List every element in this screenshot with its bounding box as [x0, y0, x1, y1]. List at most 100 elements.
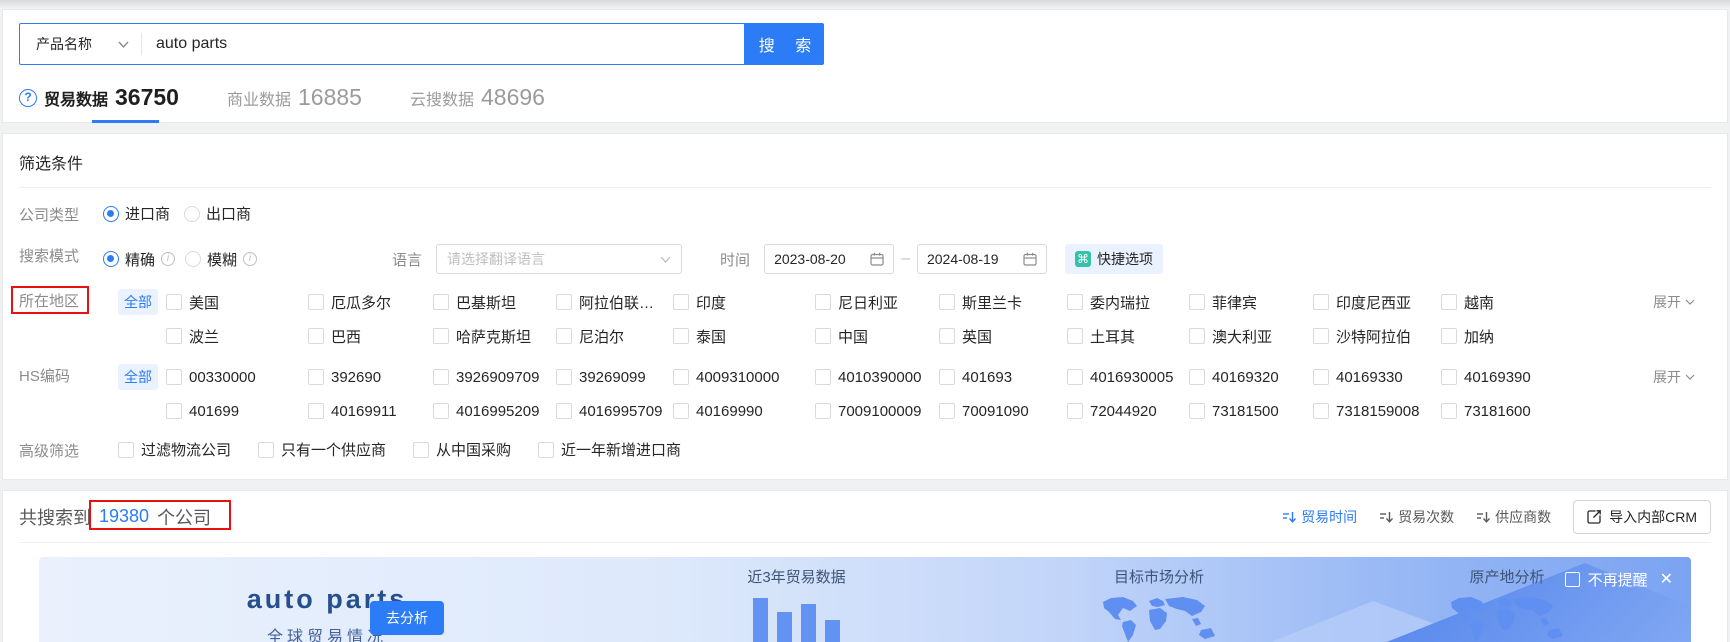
dismiss-checkbox[interactable]	[1564, 572, 1580, 587]
checkbox-item[interactable]: 40169330	[1313, 369, 1441, 386]
radio-dot-icon[interactable]	[103, 251, 119, 267]
checkbox-item[interactable]: 巴基斯坦	[433, 292, 556, 313]
checkbox-box-icon[interactable]	[673, 294, 689, 310]
hs-expand-link[interactable]: 展开	[1653, 367, 1695, 387]
checkbox-box-icon[interactable]	[538, 441, 555, 458]
checkbox-item[interactable]: 加纳	[1441, 326, 1711, 347]
checkbox-item[interactable]: 401699	[166, 403, 308, 420]
radio-dot-icon[interactable]	[185, 251, 202, 267]
date-start-input[interactable]: 2023-08-20	[764, 244, 895, 274]
checkbox-item[interactable]: 印度尼西亚	[1313, 292, 1441, 313]
checkbox-item[interactable]: 73181500	[1189, 403, 1313, 420]
checkbox-item[interactable]: 7009100009	[815, 403, 939, 420]
quick-options-button[interactable]: ⌘ 快捷选项	[1064, 244, 1163, 274]
checkbox-item[interactable]: 英国	[939, 326, 1067, 347]
checkbox-box-icon[interactable]	[1313, 369, 1329, 385]
checkbox-item[interactable]: 菲律宾	[1189, 292, 1313, 313]
search-category-dropdown[interactable]: 产品名称	[20, 34, 141, 54]
checkbox-item[interactable]: 过滤物流公司	[118, 439, 231, 460]
checkbox-box-icon[interactable]	[166, 328, 182, 344]
checkbox-item[interactable]: 巴西	[308, 326, 433, 347]
sort-trade-time[interactable]: 贸易时间	[1282, 507, 1357, 527]
checkbox-box-icon[interactable]	[1189, 328, 1205, 344]
checkbox-item[interactable]: 40169320	[1189, 369, 1313, 386]
checkbox-item[interactable]: 73181600	[1441, 403, 1711, 420]
checkbox-box-icon[interactable]	[1067, 328, 1083, 344]
checkbox-box-icon[interactable]	[673, 403, 689, 419]
checkbox-box-icon[interactable]	[166, 403, 182, 419]
checkbox-item[interactable]: 委内瑞拉	[1067, 292, 1189, 313]
checkbox-box-icon[interactable]	[258, 441, 275, 458]
checkbox-box-icon[interactable]	[308, 369, 324, 385]
checkbox-box-icon[interactable]	[939, 328, 955, 344]
checkbox-box-icon[interactable]	[1313, 328, 1329, 344]
checkbox-box-icon[interactable]	[673, 369, 689, 385]
checkbox-box-icon[interactable]	[308, 294, 324, 310]
checkbox-box-icon[interactable]	[1313, 294, 1329, 310]
language-select[interactable]: 请选择翻译语言	[436, 244, 683, 274]
checkbox-box-icon[interactable]	[939, 369, 955, 385]
tab-trade-data[interactable]: ? 贸易数据 36750	[19, 84, 179, 123]
checkbox-box-icon[interactable]	[556, 294, 572, 310]
checkbox-item[interactable]: 只有一个供应商	[258, 439, 386, 460]
checkbox-item[interactable]: 401693	[939, 369, 1067, 386]
checkbox-box-icon[interactable]	[1189, 403, 1205, 419]
question-circle-icon[interactable]: ?	[19, 88, 37, 107]
checkbox-box-icon[interactable]	[556, 328, 572, 344]
checkbox-box-icon[interactable]	[939, 403, 955, 419]
sort-supplier-count[interactable]: 供应商数	[1476, 507, 1551, 527]
checkbox-item[interactable]: 印度	[673, 292, 815, 313]
tab-cloud-search-data[interactable]: 云搜数据 48696	[410, 84, 545, 123]
checkbox-box-icon[interactable]	[1441, 294, 1457, 310]
checkbox-box-icon[interactable]	[1067, 294, 1083, 310]
checkbox-item[interactable]: 40169911	[308, 403, 433, 420]
hs-all-button[interactable]: 全部	[118, 364, 158, 390]
checkbox-box-icon[interactable]	[433, 403, 449, 419]
checkbox-box-icon[interactable]	[1441, 403, 1457, 419]
checkbox-item[interactable]: 泰国	[673, 326, 815, 347]
checkbox-item[interactable]: 4009310000	[673, 369, 815, 386]
checkbox-item[interactable]: 00330000	[166, 369, 308, 386]
radio-exact[interactable]: 精确	[103, 249, 155, 270]
checkbox-box-icon[interactable]	[1067, 369, 1083, 385]
checkbox-item[interactable]: 哈萨克斯坦	[433, 326, 556, 347]
checkbox-box-icon[interactable]	[118, 441, 134, 458]
checkbox-box-icon[interactable]	[166, 294, 182, 310]
checkbox-box-icon[interactable]	[1189, 369, 1205, 385]
radio-fuzzy[interactable]: 模糊	[185, 249, 237, 270]
checkbox-box-icon[interactable]	[939, 294, 955, 310]
checkbox-item[interactable]: 7318159008	[1313, 403, 1441, 420]
import-crm-button[interactable]: 导入内部CRM	[1573, 499, 1711, 534]
checkbox-box-icon[interactable]	[815, 369, 831, 385]
analyze-button[interactable]: 去分析	[370, 601, 444, 635]
checkbox-item[interactable]: 4016995709	[556, 403, 673, 420]
checkbox-item[interactable]: 波兰	[166, 326, 308, 347]
checkbox-item[interactable]: 尼泊尔	[556, 326, 673, 347]
tab-business-data[interactable]: 商业数据 16885	[227, 84, 362, 123]
checkbox-item[interactable]: 近一年新增进口商	[538, 439, 681, 460]
checkbox-item[interactable]: 中国	[815, 326, 939, 347]
checkbox-item[interactable]: 澳大利亚	[1189, 326, 1313, 347]
checkbox-box-icon[interactable]	[815, 294, 831, 310]
checkbox-box-icon[interactable]	[815, 328, 831, 344]
checkbox-item[interactable]: 阿拉伯联合...	[556, 292, 673, 313]
checkbox-item[interactable]: 392690	[308, 369, 433, 386]
checkbox-box-icon[interactable]	[308, 328, 324, 344]
checkbox-box-icon[interactable]	[1313, 403, 1329, 419]
search-button[interactable]: 搜 索	[744, 23, 824, 65]
checkbox-box-icon[interactable]	[556, 403, 572, 419]
checkbox-box-icon[interactable]	[433, 328, 449, 344]
checkbox-box-icon[interactable]	[433, 294, 449, 310]
checkbox-item[interactable]: 厄瓜多尔	[308, 292, 433, 313]
region-expand-link[interactable]: 展开	[1653, 292, 1695, 312]
checkbox-box-icon[interactable]	[1067, 403, 1083, 419]
checkbox-item[interactable]: 3926909709	[433, 369, 556, 386]
checkbox-box-icon[interactable]	[433, 369, 449, 385]
checkbox-item[interactable]: 尼日利亚	[815, 292, 939, 313]
info-circle-icon[interactable]: i	[161, 252, 176, 266]
checkbox-box-icon[interactable]	[166, 369, 182, 385]
radio-dot-icon[interactable]	[103, 205, 119, 222]
checkbox-box-icon[interactable]	[1441, 369, 1457, 385]
region-all-button[interactable]: 全部	[118, 289, 158, 315]
checkbox-box-icon[interactable]	[556, 369, 572, 385]
